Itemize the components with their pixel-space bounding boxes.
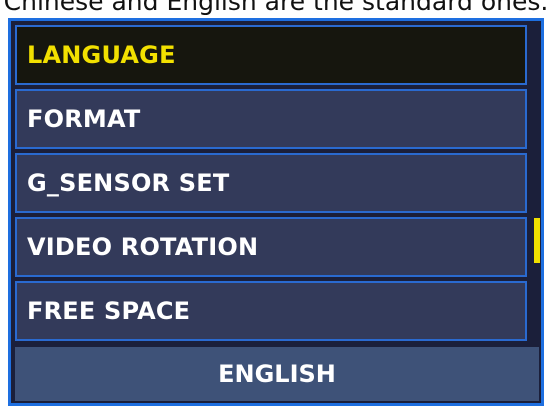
menu-item-g-sensor-set[interactable]: G_SENSOR SET — [15, 153, 527, 213]
menu-scrollbar[interactable] — [531, 25, 543, 345]
selected-value-label: ENGLISH — [218, 360, 336, 388]
menu-item-format[interactable]: FORMAT — [15, 89, 527, 149]
menu-item-free-space[interactable]: FREE SPACE — [15, 281, 527, 341]
menu-item-label: FORMAT — [27, 105, 141, 133]
settings-menu: LANGUAGE FORMAT G_SENSOR SET VIDEO ROTAT… — [15, 25, 540, 345]
menu-item-label: LANGUAGE — [27, 41, 176, 69]
menu-panel: LANGUAGE FORMAT G_SENSOR SET VIDEO ROTAT… — [8, 18, 544, 406]
menu-item-label: G_SENSOR SET — [27, 169, 230, 197]
scrollbar-thumb[interactable] — [534, 218, 540, 263]
menu-item-language[interactable]: LANGUAGE — [15, 25, 527, 85]
menu-item-label: VIDEO ROTATION — [27, 233, 259, 261]
screen: Chinese and English are the standard one… — [0, 0, 552, 416]
menu-item-video-rotation[interactable]: VIDEO ROTATION — [15, 217, 527, 277]
caption-text: Chinese and English are the standard one… — [3, 0, 549, 16]
menu-item-label: FREE SPACE — [27, 297, 191, 325]
selected-value-bar: ENGLISH — [15, 347, 539, 401]
